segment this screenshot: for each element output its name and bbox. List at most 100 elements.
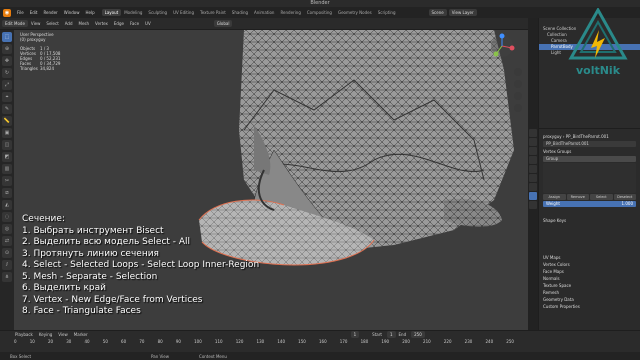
tab-layout[interactable]: Layout [101,9,122,16]
tab-modeling[interactable]: Modeling [121,9,145,16]
ruler-tick: 230 [464,339,473,344]
shear-tool-icon[interactable]: ⫽ [2,260,12,270]
tab-compositing[interactable]: Compositing [304,9,335,16]
caption-line: 4. Select - Selected Loops - Select Loop… [22,260,260,270]
rotate-tool-icon[interactable]: ↻ [2,68,12,78]
tab-shading[interactable]: Shading [229,9,251,16]
menu-add[interactable]: Add [62,21,76,26]
menu-help[interactable]: Help [82,10,97,15]
select-tool-icon[interactable]: ⬚ [2,32,12,42]
menu-face[interactable]: Face [127,21,142,26]
status-pan-view: Pan View [151,353,170,359]
menu-window[interactable]: Window [61,10,83,15]
tutorial-caption: Сечение: 1. Выбрать инструмент Bisect 2.… [22,214,259,318]
tool-properties-tab[interactable] [529,129,537,137]
menu-render[interactable]: Render [40,10,60,15]
current-frame-field[interactable]: 1 [350,331,360,338]
section-custom-properties[interactable]: Custom Properties [539,303,640,310]
cursor-tool-icon[interactable]: ⊕ [2,44,12,54]
smooth-tool-icon[interactable]: ◎ [2,224,12,234]
ruler-tick: 120 [235,339,244,344]
tab-animation[interactable]: Animation [251,9,277,16]
knife-tool-icon[interactable]: ✂ [2,176,12,186]
menu-marker[interactable]: Marker [71,332,91,337]
tab-scripting[interactable]: Scripting [375,9,399,16]
section-normals[interactable]: Normals [539,275,640,282]
ruler-tick: 40 [84,339,90,344]
transform-orientation-selector[interactable]: Global [213,20,233,27]
inset-tool-icon[interactable]: ◫ [2,140,12,150]
section-shape-keys[interactable]: Shape Keys [539,217,640,224]
mode-selector[interactable]: Edit Mode [2,20,28,27]
tab-uv-editing[interactable]: UV Editing [170,9,197,16]
assign-button[interactable]: Assign [543,194,566,200]
mesh-data-properties-tab[interactable] [529,192,537,200]
tab-sculpting[interactable]: Sculpting [145,9,170,16]
vertex-group-list [543,163,636,193]
modifier-properties-tab[interactable] [529,183,537,191]
menu-vertex[interactable]: Vertex [92,21,111,26]
menu-playback[interactable]: Playback [12,332,36,337]
render-properties-tab[interactable] [529,138,537,146]
section-vertex-groups[interactable]: Vertex Groups [539,148,640,155]
caption-line: 8. Face - Triangulate Faces [22,306,141,316]
select-button[interactable]: Select [590,194,613,200]
section-uv-maps[interactable]: UV Maps [539,254,640,261]
menu-file[interactable]: File [14,10,27,15]
transform-tool-icon[interactable]: ⌖ [2,92,12,102]
menu-edit[interactable]: Edit [27,10,41,15]
mesh-datablock-field[interactable]: PP_BirdTheParrot.001 [543,141,636,147]
poly-build-tool-icon[interactable]: ◭ [2,200,12,210]
tab-texture-paint[interactable]: Texture Paint [197,9,229,16]
menu-keying[interactable]: Keying [36,332,55,337]
object-properties-tab[interactable] [529,174,537,182]
section-vertex-colors[interactable]: Vertex Colors [539,261,640,268]
section-texture-space[interactable]: Texture Space [539,282,640,289]
logo-text: voltNik [576,64,621,77]
bisect-tool-icon[interactable]: ⧄ [2,188,12,198]
annotate-tool-icon[interactable]: ✎ [2,104,12,114]
mesh-name: PP_BirdTheParrot.001 [565,134,609,139]
loop-cut-tool-icon[interactable]: ▥ [2,164,12,174]
menu-uv[interactable]: UV [142,21,154,26]
blender-logo-icon[interactable]: ◉ [3,8,11,17]
scale-tool-icon[interactable]: ⤢ [2,80,12,90]
slide-tool-icon[interactable]: ⇄ [2,236,12,246]
move-tool-icon[interactable]: ✥ [2,56,12,66]
scene-selector[interactable]: Scene [428,9,447,16]
spin-tool-icon[interactable]: ◌ [2,212,12,222]
remove-button[interactable]: Remove [566,194,589,200]
navigation-gizmo[interactable] [480,32,525,122]
section-face-maps[interactable]: Face Maps [539,268,640,275]
timeline-ruler[interactable]: 0 10 20 30 40 50 60 70 80 90 100 110 120… [14,339,514,344]
world-properties-tab[interactable] [529,165,537,173]
menu-edge[interactable]: Edge [111,21,127,26]
ruler-tick: 130 [256,339,265,344]
menu-view[interactable]: View [55,332,71,337]
ruler-tick: 90 [175,339,181,344]
ruler-tick: 240 [485,339,494,344]
weight-slider[interactable]: Weight 1.000 [543,201,636,207]
end-frame-field[interactable]: 250 [411,331,425,338]
tab-geometry-nodes[interactable]: Geometry Nodes [335,9,375,16]
scene-properties-tab[interactable] [529,156,537,164]
ruler-tick: 220 [443,339,452,344]
shrink-tool-icon[interactable]: ⊙ [2,248,12,258]
menu-mesh[interactable]: Mesh [76,21,93,26]
view-layer-selector[interactable]: View Layer [448,9,477,16]
measure-tool-icon[interactable]: 📏 [2,116,12,126]
menu-view[interactable]: View [28,21,44,26]
section-remesh[interactable]: Remesh [539,289,640,296]
extrude-tool-icon[interactable]: ▣ [2,128,12,138]
tab-rendering[interactable]: Rendering [277,9,303,16]
bevel-tool-icon[interactable]: ◩ [2,152,12,162]
vertex-group-item[interactable]: Group [543,156,636,162]
start-frame-field[interactable]: 1 [386,331,396,338]
output-properties-tab[interactable] [529,147,537,155]
menu-select[interactable]: Select [43,21,61,26]
deselect-button[interactable]: Deselect [613,194,636,200]
material-properties-tab[interactable] [529,201,537,209]
section-geometry-data[interactable]: Geometry Data [539,296,640,303]
properties-tabs [528,128,538,330]
rip-tool-icon[interactable]: ⋔ [2,272,12,282]
